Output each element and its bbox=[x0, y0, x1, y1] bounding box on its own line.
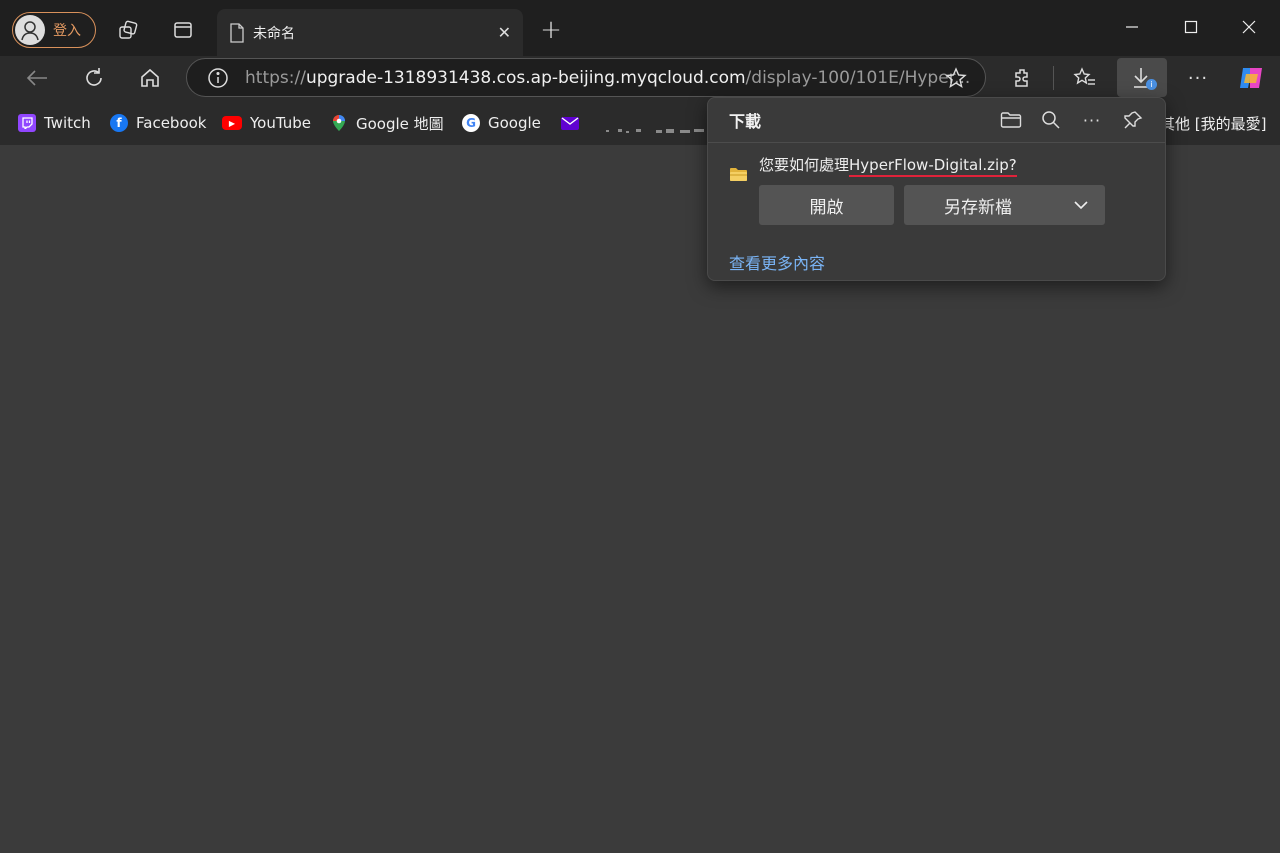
twitch-icon bbox=[18, 114, 36, 132]
favorites-icon[interactable] bbox=[1070, 63, 1100, 93]
url-path: /display-100/101E/Hyper... bbox=[745, 67, 971, 88]
download-panel-title: 下載 bbox=[729, 112, 762, 131]
google-icon: G bbox=[462, 114, 480, 132]
bookmark-mail[interactable] bbox=[561, 110, 587, 136]
minimize-icon[interactable] bbox=[1112, 12, 1152, 42]
bookmark-label: Google bbox=[488, 114, 541, 132]
zip-folder-icon bbox=[729, 166, 748, 182]
bookmark-label: Facebook bbox=[136, 114, 207, 132]
bookmark-other-favorites[interactable]: 其他 [我的最愛] bbox=[1160, 110, 1266, 136]
profile-button[interactable]: 登入 bbox=[12, 12, 96, 48]
address-bar[interactable]: https://upgrade-1318931438.cos.ap-beijin… bbox=[186, 58, 986, 97]
youtube-icon: ▶ bbox=[222, 116, 242, 130]
copilot-icon[interactable] bbox=[1236, 63, 1266, 93]
back-icon[interactable] bbox=[22, 63, 52, 93]
google-maps-icon bbox=[330, 114, 348, 132]
favorite-star-icon[interactable] bbox=[945, 66, 967, 89]
more-options-icon[interactable]: ··· bbox=[1183, 63, 1213, 93]
avatar bbox=[15, 15, 45, 45]
workspaces-icon[interactable] bbox=[113, 16, 143, 44]
chevron-down-icon[interactable] bbox=[1073, 200, 1089, 210]
home-icon[interactable] bbox=[135, 63, 165, 93]
redacted-bookmarks bbox=[606, 120, 706, 133]
bookmark-twitch[interactable]: Twitch bbox=[18, 110, 91, 136]
bookmark-label: YouTube bbox=[250, 114, 311, 132]
tab-untitled[interactable]: 未命名 ✕ bbox=[217, 9, 523, 56]
new-tab-icon[interactable]: + bbox=[536, 15, 566, 45]
pin-icon[interactable] bbox=[1118, 106, 1148, 134]
bookmark-facebook[interactable]: f Facebook bbox=[110, 110, 206, 136]
download-question: 您要如何處理HyperFlow-Digital.zip? bbox=[759, 154, 1017, 177]
bookmark-youtube[interactable]: ▶ YouTube bbox=[222, 110, 311, 136]
question-prefix: 您要如何處理 bbox=[759, 156, 850, 174]
tab-close-icon[interactable]: ✕ bbox=[498, 23, 511, 42]
vertical-tabs-icon[interactable] bbox=[168, 16, 198, 44]
facebook-icon: f bbox=[110, 114, 128, 132]
profile-label: 登入 bbox=[53, 23, 81, 39]
bookmark-label: Twitch bbox=[44, 114, 91, 132]
bookmark-google-maps[interactable]: Google 地圖 bbox=[330, 110, 444, 136]
search-icon[interactable] bbox=[1036, 106, 1066, 134]
download-icon: i bbox=[1131, 66, 1157, 90]
downloads-button[interactable]: i bbox=[1117, 58, 1167, 97]
more-icon[interactable]: ··· bbox=[1077, 106, 1107, 134]
open-button[interactable]: 開啟 bbox=[759, 185, 894, 225]
bookmark-other-label: 其他 [我的最愛] bbox=[1160, 114, 1267, 133]
close-window-icon[interactable] bbox=[1229, 12, 1269, 42]
url-scheme: https:// bbox=[245, 67, 306, 88]
mail-icon bbox=[561, 116, 579, 130]
refresh-icon[interactable] bbox=[79, 63, 109, 93]
download-panel: 下載 ··· 您要如何處理HyperFlow-Digital.zip? 開啟 另… bbox=[707, 97, 1166, 281]
save-as-button[interactable]: 另存新檔 bbox=[904, 185, 1105, 225]
download-filename: HyperFlow-Digital.zip? bbox=[849, 156, 1017, 177]
page-icon bbox=[229, 22, 245, 43]
extensions-icon[interactable] bbox=[1008, 63, 1038, 93]
site-info-icon[interactable] bbox=[207, 67, 229, 89]
tab-title: 未命名 bbox=[253, 25, 295, 42]
toolbar-divider bbox=[1053, 66, 1054, 90]
url-host: upgrade-1318931438.cos.ap-beijing.myqclo… bbox=[305, 67, 746, 88]
download-panel-header: 下載 ··· bbox=[708, 98, 1165, 143]
info-badge-icon: i bbox=[1146, 78, 1157, 90]
bookmark-google[interactable]: G Google bbox=[462, 110, 541, 136]
bookmark-label: Google 地圖 bbox=[356, 114, 444, 133]
maximize-icon[interactable] bbox=[1171, 12, 1211, 42]
save-as-label: 另存新檔 bbox=[944, 197, 1012, 218]
see-more-link[interactable]: 查看更多內容 bbox=[729, 250, 825, 274]
open-button-label: 開啟 bbox=[809, 197, 844, 218]
open-folder-icon[interactable] bbox=[996, 106, 1026, 134]
